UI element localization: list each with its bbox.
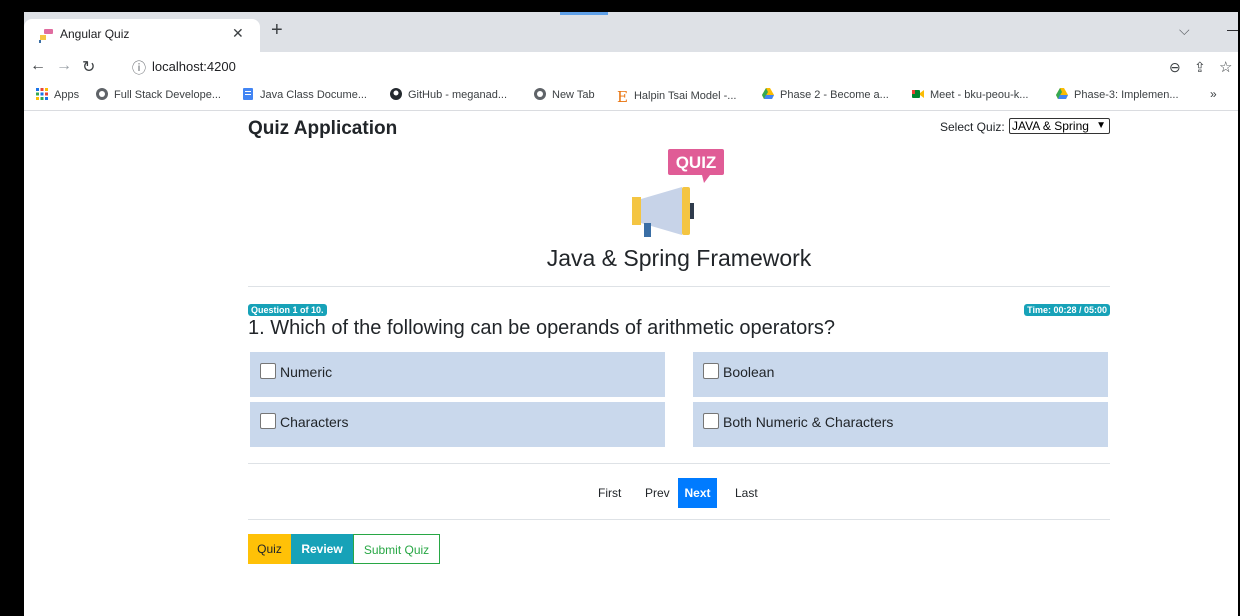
divider: [248, 519, 1110, 520]
divider: [248, 286, 1110, 287]
option-label: Both Numeric & Characters: [723, 414, 894, 430]
browser-toolbar: ← → ↻ ⓘ localhost:4200 ⊖ ⇪ ☆: [24, 52, 1238, 82]
bookmark-label: Java Class Docume...: [260, 89, 367, 101]
quiz-button[interactable]: Quiz: [248, 534, 291, 564]
globe-icon: [96, 88, 108, 100]
tab-search-icon[interactable]: ⌵: [1179, 22, 1190, 39]
bookmark-label: New Tab: [552, 89, 595, 101]
site-info-icon[interactable]: ⓘ: [132, 58, 146, 78]
option-label: Boolean: [723, 364, 775, 380]
select-quiz-label: Select Quiz:: [940, 120, 1005, 134]
e-letter-icon: E: [617, 88, 628, 106]
bookmark-meet[interactable]: Meet - bku-peou-k...: [912, 88, 1028, 101]
bookmark-phase-3[interactable]: Phase-3: Implemen...: [1056, 88, 1179, 101]
minimize-icon[interactable]: —: [1227, 21, 1238, 37]
option-label: Numeric: [280, 364, 333, 380]
option-characters[interactable]: Characters: [250, 402, 665, 447]
meet-icon: [912, 90, 924, 98]
option-checkbox[interactable]: [703, 363, 719, 379]
tab-title: Angular Quiz: [60, 27, 130, 41]
question-progress-badge: Question 1 of 10.: [248, 304, 327, 316]
back-icon[interactable]: ←: [30, 57, 46, 75]
option-both-numeric-characters[interactable]: Both Numeric & Characters: [693, 402, 1108, 447]
bookmark-label: Meet - bku-peou-k...: [930, 89, 1029, 101]
pager-first-button[interactable]: First: [598, 478, 621, 508]
bookmark-halpin-tsai[interactable]: E Halpin Tsai Model -...: [617, 88, 737, 106]
bookmarks-bar: Apps Full Stack Develope... Java Class D…: [24, 82, 1238, 111]
bookmark-apps[interactable]: Apps: [36, 88, 79, 101]
bookmark-label: Halpin Tsai Model -...: [633, 90, 737, 102]
tab-strip-indicator: [560, 12, 608, 15]
bookmark-label: Apps: [54, 89, 80, 101]
quiz-logo-text: QUIZ: [676, 153, 717, 172]
close-tab-icon[interactable]: ✕: [232, 25, 244, 42]
globe-icon: [534, 88, 546, 100]
bookmark-label: GitHub - meganad...: [408, 89, 508, 101]
more-bookmarks-icon[interactable]: »: [1210, 87, 1217, 101]
drive-icon: [1056, 88, 1068, 99]
bookmark-new-tab[interactable]: New Tab: [534, 88, 595, 101]
bookmark-label: Phase 2 - Become a...: [780, 89, 889, 101]
quiz-megaphone-logo: QUIZ: [632, 149, 724, 237]
question-text: 1. Which of the following can be operand…: [248, 317, 835, 339]
option-numeric[interactable]: Numeric: [250, 352, 665, 397]
timer-badge: Time: 00:28 / 05:00: [1024, 304, 1110, 316]
chevron-down-icon: ▼: [1096, 120, 1106, 131]
review-button[interactable]: Review: [291, 534, 353, 564]
bookmark-full-stack[interactable]: Full Stack Develope...: [96, 88, 221, 101]
reload-icon[interactable]: ↻: [82, 57, 95, 77]
bookmark-phase-2[interactable]: Phase 2 - Become a...: [762, 88, 889, 101]
pager-next-button[interactable]: Next: [678, 478, 717, 508]
apps-grid-icon: [36, 88, 48, 100]
option-label: Characters: [280, 414, 349, 430]
option-boolean[interactable]: Boolean: [693, 352, 1108, 397]
quiz-select[interactable]: JAVA & Spring ▼: [1009, 118, 1110, 134]
new-tab-icon[interactable]: +: [271, 20, 283, 40]
option-checkbox[interactable]: [260, 413, 276, 429]
browser-window: Angular Quiz ✕ + ⌵ — ← → ↻ ⓘ localhost:4…: [24, 12, 1238, 616]
quiz-favicon-icon: [39, 29, 53, 43]
bookmark-star-icon[interactable]: ☆: [1219, 58, 1232, 76]
github-icon: [390, 88, 402, 100]
forward-icon[interactable]: →: [56, 57, 72, 75]
docs-icon: [243, 88, 253, 100]
submit-quiz-button[interactable]: Submit Quiz: [353, 534, 440, 564]
tab-angular-quiz[interactable]: Angular Quiz ✕: [24, 19, 260, 52]
bookmark-label: Phase-3: Implemen...: [1074, 89, 1179, 101]
page-title: Quiz Application: [248, 118, 398, 139]
divider: [248, 463, 1110, 464]
address-bar[interactable]: localhost:4200: [152, 59, 236, 74]
bookmark-label: Full Stack Develope...: [114, 89, 221, 101]
tab-strip: Angular Quiz ✕ + ⌵ —: [24, 12, 1238, 52]
quiz-name: Java & Spring Framework: [546, 245, 812, 271]
bookmark-java-class[interactable]: Java Class Docume...: [242, 88, 367, 101]
option-checkbox[interactable]: [260, 363, 276, 379]
share-icon[interactable]: ⇪: [1194, 59, 1206, 76]
drive-icon: [762, 88, 774, 99]
bookmark-github[interactable]: GitHub - meganad...: [390, 88, 507, 101]
zoom-icon[interactable]: ⊖: [1169, 59, 1181, 76]
pager-last-button[interactable]: Last: [735, 478, 758, 508]
pager-prev-button[interactable]: Prev: [645, 478, 670, 508]
option-checkbox[interactable]: [703, 413, 719, 429]
quiz-select-value: JAVA & Spring: [1012, 119, 1089, 133]
